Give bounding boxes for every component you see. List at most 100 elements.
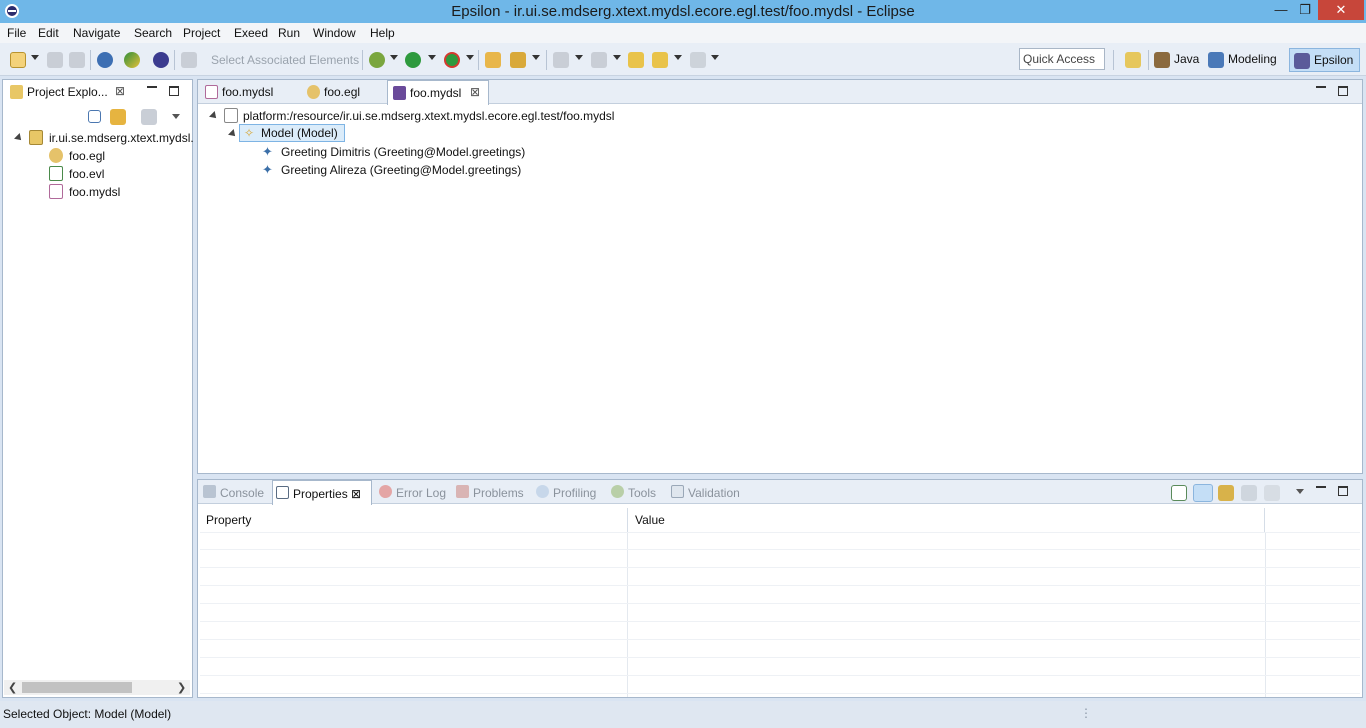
tab-label: foo.egl <box>324 85 361 99</box>
tab-problems[interactable]: Problems <box>453 480 528 504</box>
forward-dropdown-icon[interactable] <box>711 55 719 60</box>
scrollbar-thumb[interactable] <box>22 682 132 693</box>
toolbar-separator <box>1148 50 1149 70</box>
debug-dropdown-icon[interactable] <box>390 55 398 60</box>
greeting-object-icon: ✦ <box>262 162 273 177</box>
new-icon[interactable] <box>10 52 26 68</box>
save-all-icon[interactable] <box>69 52 85 68</box>
tab-tools[interactable]: Tools <box>608 480 660 504</box>
pen-dropdown-icon[interactable] <box>532 55 540 60</box>
expand-model-icon[interactable] <box>228 129 238 139</box>
view-menu-icon[interactable] <box>172 114 180 119</box>
tab-foo-egl[interactable]: foo.egl <box>302 80 386 104</box>
next-annotation-dropdown-icon[interactable] <box>575 55 583 60</box>
perspective-modeling-label: Modeling <box>1228 52 1277 66</box>
tab-foo-mydsl-1[interactable]: foo.mydsl <box>200 80 302 104</box>
filter-properties-icon[interactable] <box>1241 485 1257 501</box>
tab-console[interactable]: Console <box>200 480 268 504</box>
refresh-icon[interactable] <box>124 52 140 68</box>
minimize-view-icon[interactable] <box>147 86 157 88</box>
minimize-button[interactable]: — <box>1268 0 1294 20</box>
tab-label: foo.mydsl <box>410 86 462 100</box>
link-with-editor-icon[interactable] <box>110 109 126 125</box>
maximize-view-icon[interactable] <box>1338 486 1348 496</box>
menu-project[interactable]: Project <box>183 26 220 40</box>
file-name: foo.mydsl <box>69 185 121 199</box>
epsilon-perspective-icon <box>1294 53 1310 69</box>
back-icon[interactable] <box>652 52 668 68</box>
debug-icon[interactable] <box>369 52 385 68</box>
menu-edit[interactable]: Edit <box>38 26 59 40</box>
pin-icon[interactable] <box>1171 485 1187 501</box>
close-icon[interactable]: ⊠ <box>351 487 361 501</box>
menu-exeed[interactable]: Exeed <box>234 26 268 40</box>
model-node-label: Model (Model) <box>261 126 338 140</box>
new-dropdown-icon[interactable] <box>31 55 39 60</box>
scroll-left-icon[interactable]: ❮ <box>8 681 17 694</box>
tab-error-log[interactable]: Error Log <box>376 480 450 504</box>
filter-icon[interactable] <box>141 109 157 125</box>
restore-button[interactable]: ❐ <box>1292 0 1318 20</box>
status-bar: Selected Object: Model (Model) ⋮ <box>0 701 1366 728</box>
grid-line <box>200 639 1360 640</box>
tab-profiling[interactable]: Profiling <box>533 480 600 504</box>
scroll-right-icon[interactable]: ❯ <box>177 681 186 694</box>
last-edit-icon[interactable] <box>628 52 644 68</box>
model-node[interactable]: ✧ Model (Model) <box>239 124 345 142</box>
publish-icon[interactable] <box>97 52 113 68</box>
external-tools-dropdown-icon[interactable] <box>466 55 474 60</box>
menu-search[interactable]: Search <box>134 26 172 40</box>
java-perspective-icon <box>1154 52 1170 68</box>
restore-default-icon[interactable] <box>1264 485 1280 501</box>
tab-validation[interactable]: Validation <box>668 480 744 504</box>
menu-help[interactable]: Help <box>370 26 395 40</box>
tab-foo-mydsl-active[interactable]: foo.mydsl ⊠ <box>387 80 489 105</box>
run-icon[interactable] <box>405 52 421 68</box>
pen-icon[interactable] <box>510 52 526 68</box>
explorer-horizontal-scrollbar[interactable]: ❮ ❯ <box>4 680 190 695</box>
toolbar-separator <box>174 50 175 70</box>
tab-project-explorer[interactable]: Project Explo... ⊠ <box>5 80 125 104</box>
expand-resource-icon[interactable] <box>209 111 219 121</box>
collapse-all-icon[interactable] <box>88 110 101 123</box>
view-menu-icon[interactable] <box>1296 489 1304 494</box>
perspective-epsilon[interactable]: Epsilon <box>1289 48 1361 72</box>
open-perspective-icon[interactable] <box>1125 52 1141 68</box>
open-folder-icon[interactable] <box>485 52 501 68</box>
next-annotation-icon[interactable] <box>553 52 569 68</box>
minimize-view-icon[interactable] <box>1316 486 1326 488</box>
back-dropdown-icon[interactable] <box>674 55 682 60</box>
epsilon-icon[interactable] <box>153 52 169 68</box>
show-advanced-icon[interactable] <box>1218 485 1234 501</box>
tab-properties[interactable]: Properties ⊠ <box>272 480 372 505</box>
external-tools-icon[interactable] <box>444 52 460 68</box>
menu-run[interactable]: Run <box>278 26 300 40</box>
column-value[interactable]: Value <box>627 508 1265 532</box>
maximize-view-icon[interactable] <box>169 86 179 96</box>
quick-access-input[interactable]: Quick Access <box>1019 48 1105 70</box>
expand-project-icon[interactable] <box>14 133 24 143</box>
close-icon[interactable]: ⊠ <box>115 84 125 98</box>
save-icon[interactable] <box>47 52 63 68</box>
file-name: foo.evl <box>69 167 105 181</box>
column-property[interactable]: Property <box>198 508 628 532</box>
perspective-modeling[interactable]: Modeling <box>1204 48 1283 72</box>
prev-annotation-dropdown-icon[interactable] <box>613 55 621 60</box>
resource-file-icon <box>224 108 238 123</box>
show-categories-icon[interactable] <box>1193 484 1213 502</box>
menu-file[interactable]: File <box>7 26 26 40</box>
forward-icon[interactable] <box>690 52 706 68</box>
close-icon[interactable]: ⊠ <box>470 85 480 99</box>
editor-panel: foo.mydsl foo.egl foo.mydsl ⊠ platform:/… <box>197 79 1363 474</box>
minimize-editor-icon[interactable] <box>1316 86 1326 88</box>
close-button[interactable]: ✕ <box>1318 0 1364 20</box>
prev-annotation-icon[interactable] <box>591 52 607 68</box>
run-dropdown-icon[interactable] <box>428 55 436 60</box>
greeting-label: Greeting Dimitris (Greeting@Model.greeti… <box>281 145 526 159</box>
project-folder-icon <box>29 130 43 145</box>
menu-window[interactable]: Window <box>313 26 356 40</box>
perspective-java[interactable]: Java <box>1150 48 1205 72</box>
egl-file-icon <box>49 148 63 163</box>
menu-navigate[interactable]: Navigate <box>73 26 120 40</box>
maximize-editor-icon[interactable] <box>1338 86 1348 96</box>
